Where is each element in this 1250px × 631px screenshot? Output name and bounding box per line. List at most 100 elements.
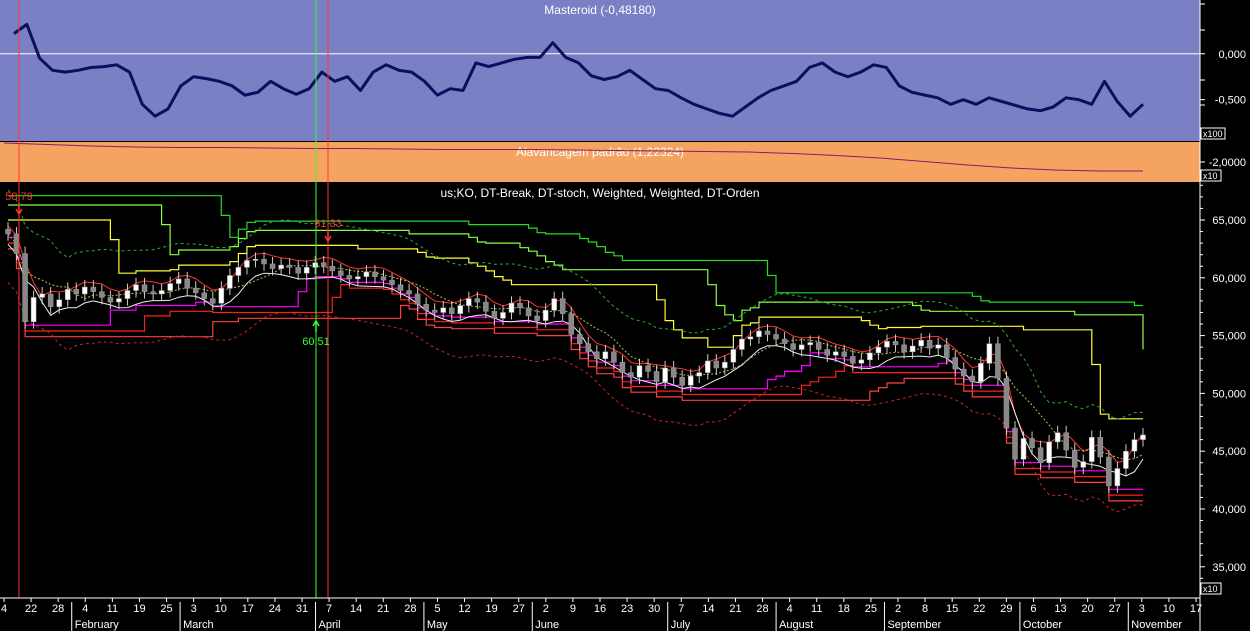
candle-body [1097,437,1104,458]
candle-body [466,298,472,306]
x-tick-label: 18 [838,603,850,615]
x-tick-label: 2 [895,603,901,615]
x-tick-label: 14 [702,603,714,615]
candle-body [1080,461,1087,468]
candle-body [594,351,600,359]
candle-body [619,361,626,373]
candle-body [491,311,498,319]
candle-body [261,259,267,265]
candle-body [295,267,301,274]
candle-body [517,302,523,309]
price-ytick-label: 35,000 [1212,562,1246,574]
candle-body [875,346,882,354]
month-label: March [183,619,214,631]
candle-body [1131,439,1138,452]
candle-body [952,357,959,370]
candle-body [824,349,830,356]
candle-body [756,330,762,337]
candle-body [764,330,771,335]
candle-body [867,352,873,361]
price-ytick-label: 55,000 [1212,331,1246,343]
x-tick-label: 9 [570,603,576,615]
candle-body [747,336,754,340]
candle-body [901,344,907,353]
candle-body [201,292,208,299]
candle-body [397,284,404,291]
x-tick-label: 14 [350,603,362,615]
candle-body [1012,427,1018,460]
masteroid-title: Masteroid (-0,48180) [544,3,655,17]
x-tick-label: 11 [811,603,822,615]
x-tick-label: 7 [326,603,332,615]
candle-body [167,283,173,291]
x-tick-label: 17 [242,603,254,615]
x-tick-label: 22 [973,603,985,615]
x-tick-label: 19 [133,603,145,615]
price-ytick-label: 50,000 [1212,388,1246,400]
candle-body [321,262,327,267]
leverage-scale-badge: x10 [1200,169,1222,182]
sell-signal-1-label: 58,79 [5,191,33,203]
x-tick-label: 4 [787,603,793,615]
candle-body [559,298,566,314]
candle-body [355,276,361,280]
candle-body [1114,468,1121,487]
x-tick-label: 28 [756,603,768,615]
x-tick-label: 5 [434,603,440,615]
candle-body [99,291,105,298]
x-tick-label: 4 [1,603,7,615]
sell-signal-2-label: 61,33 [314,218,342,230]
x-tick-label: 2 [543,603,549,615]
candle-body [483,301,489,312]
candle-body [133,284,139,291]
candle-body [628,372,634,378]
chart-canvas: Masteroid (-0,48180) Alavancagem padrão … [0,0,1250,631]
candle-body [705,360,711,373]
candle-body [124,290,131,299]
candle-body [884,341,890,348]
candle-body [943,344,950,358]
masteroid-ytick-label: -0,500 [1215,95,1246,107]
leverage-ytick-label: -2,0000 [1209,157,1246,169]
candle-body [1140,434,1146,440]
price-scale-badge: x10 [1200,582,1222,595]
candle-body [1089,437,1095,462]
candle-body [184,278,190,289]
candle-body [192,287,199,294]
candle-body [457,305,464,314]
candle-body [210,298,216,304]
x-tick-label: 21 [729,603,741,615]
x-tick-label: 12 [458,603,470,615]
x-tick-label: 20 [1082,603,1094,615]
candle-body [116,298,122,303]
candle-body [739,338,745,350]
price-ytick-label: 60,000 [1212,273,1246,285]
x-tick-label: 23 [621,603,633,615]
candle-body [39,293,45,298]
x-tick-label: 21 [377,603,389,615]
x-tick-label: 11 [107,603,118,615]
x-tick-label: 25 [160,603,172,615]
x-tick-label: 24 [269,603,281,615]
candle-body [858,359,865,364]
x-tick-label: 19 [486,603,498,615]
price-ytick-label: 65,000 [1212,215,1246,227]
x-tick-label: 28 [52,603,64,615]
candle-body [440,307,446,313]
candle-body [329,265,336,272]
candle-body [5,228,11,235]
candle-body [577,334,583,344]
candle-body [935,344,941,349]
x-tick-label: 31 [296,603,308,615]
x-tick-label: 16 [594,603,606,615]
candle-body [645,365,651,372]
candle-body [414,293,421,305]
candle-body [252,259,259,261]
candle-body [841,351,848,357]
candle-body [909,345,916,353]
price-title: us;KO, DT-Break, DT-stoch, Weighted, Wei… [440,186,759,200]
buy-signal-label: 60,51 [302,336,330,348]
candle-body [218,287,225,304]
candle-body [585,343,592,353]
candle-body [534,315,540,321]
